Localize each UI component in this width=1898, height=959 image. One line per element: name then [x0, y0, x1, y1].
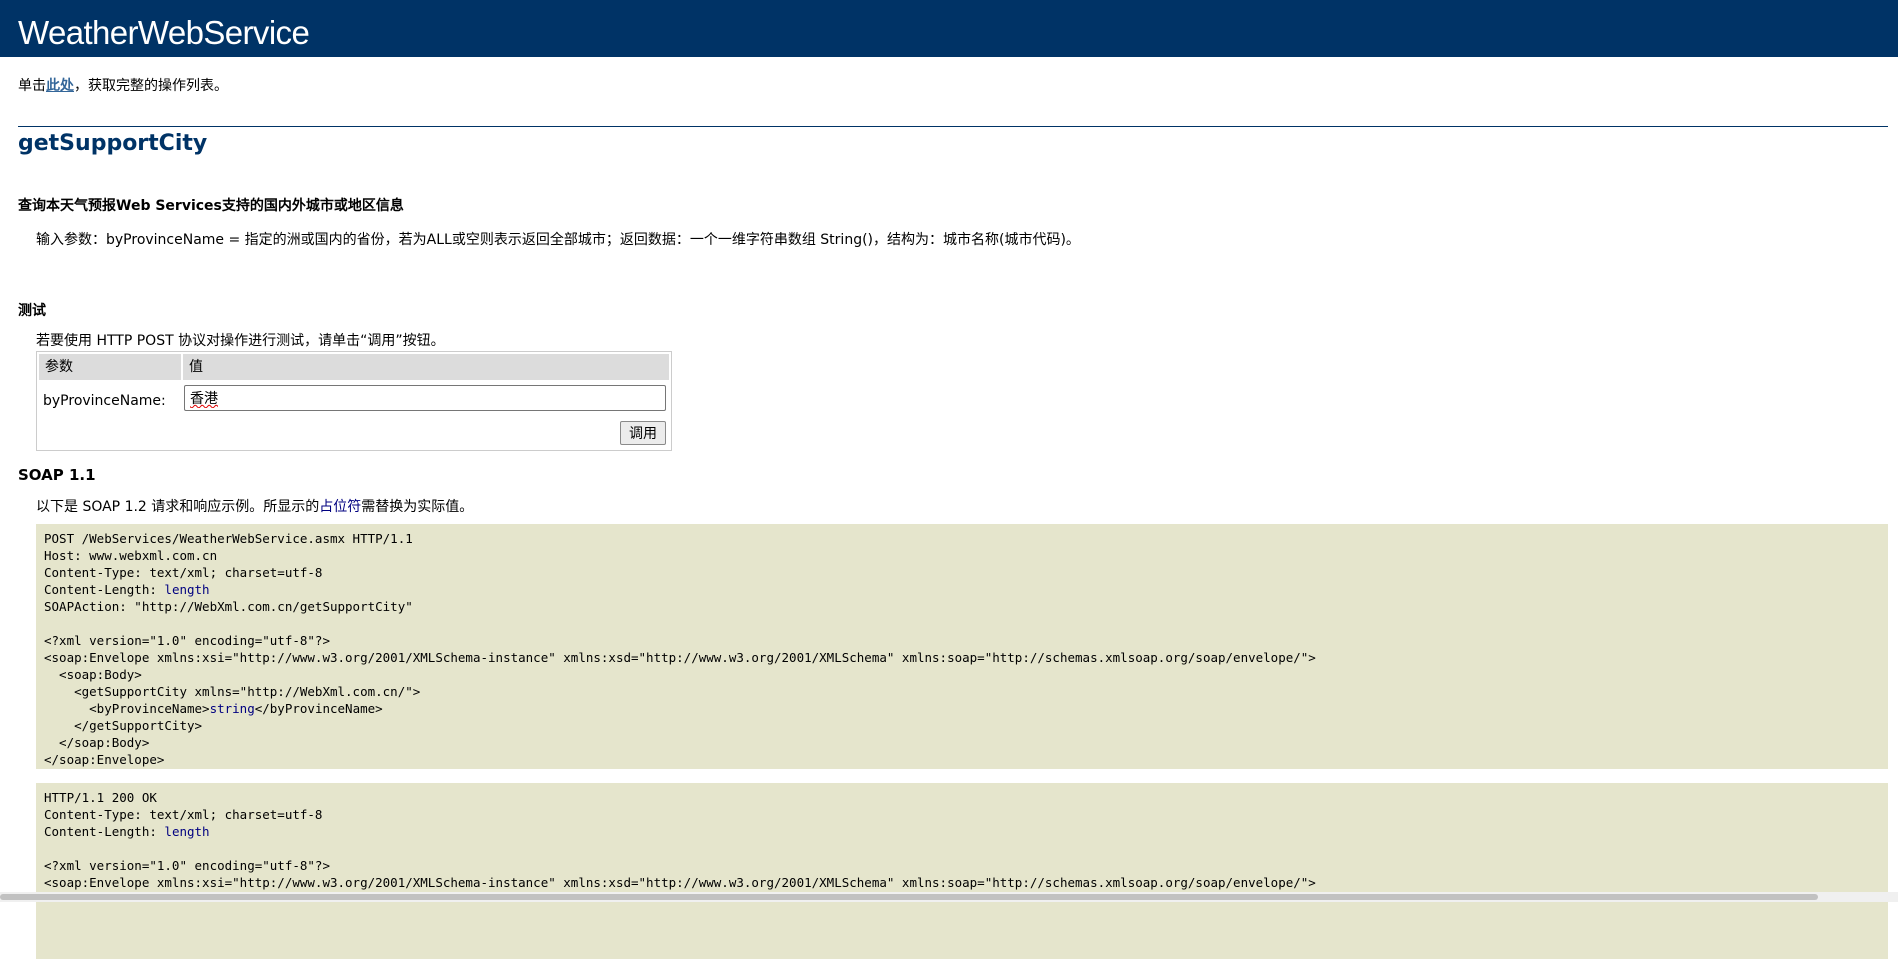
section-divider — [18, 126, 1888, 127]
code-line: <getSupportCity xmlns="http://WebXml.com… — [44, 684, 421, 699]
by-province-name-input[interactable] — [184, 385, 666, 411]
code-line: </getSupportCity> — [44, 718, 203, 733]
code-line: HTTP/1.1 200 OK — [44, 790, 157, 805]
code-line: Content-Type: text/xml; charset=utf-8 — [44, 807, 323, 822]
value-column-header: 值 — [183, 354, 669, 380]
code-line: <soap:Body> — [44, 667, 142, 682]
intro-suffix: ，获取完整的操作列表。 — [74, 78, 228, 94]
code-line: <soap:Envelope xmlns:xsi="http://www.w3.… — [44, 875, 1316, 890]
soap-hint-placeholder: 占位符 — [319, 499, 362, 515]
code-line: Host: www.webxml.com.cn — [44, 548, 218, 563]
test-form: 参数 值 byProvinceName: 调用 — [36, 351, 672, 451]
page-header: WeatherWebService — [0, 0, 1898, 57]
invoke-button[interactable]: 调用 — [620, 421, 666, 445]
code-line: <byProvinceName> — [44, 701, 210, 716]
page-title: WeatherWebService — [18, 14, 310, 51]
code-line: SOAPAction: "http://WebXml.com.cn/getSup… — [44, 599, 413, 614]
intro-text: 单击此处，获取完整的操作列表。 — [18, 77, 228, 95]
code-line: </soap:Envelope> — [44, 752, 165, 767]
code-placeholder: string — [209, 701, 255, 716]
code-line: <?xml version="1.0" encoding="utf-8"?> — [44, 633, 330, 648]
code-line: Content-Type: text/xml; charset=utf-8 — [44, 565, 323, 580]
soap-hint-suffix: 需替换为实际值。 — [361, 499, 474, 515]
code-line: POST /WebServices/WeatherWebService.asmx… — [44, 531, 413, 546]
by-province-name-label: byProvinceName: — [43, 393, 166, 409]
soap-hint: 以下是 SOAP 1.2 请求和响应示例。所显示的占位符需替换为实际值。 — [36, 498, 473, 516]
soap-section-title: SOAP 1.1 — [18, 466, 96, 484]
soap-response-sample: HTTP/1.1 200 OK Content-Type: text/xml; … — [36, 783, 1888, 959]
test-section-title: 测试 — [18, 303, 46, 319]
code-line: <?xml version="1.0" encoding="utf-8"?> — [44, 858, 330, 873]
operation-description-title: 查询本天气预报Web Services支持的国内外城市或地区信息 — [18, 198, 404, 214]
code-placeholder: length — [164, 824, 210, 839]
code-line: Content-Length: — [44, 582, 165, 597]
operation-list-link[interactable]: 此处 — [46, 78, 74, 94]
code-line: Content-Length: — [44, 824, 165, 839]
soap-request-sample: POST /WebServices/WeatherWebService.asmx… — [36, 524, 1888, 769]
horizontal-scrollbar[interactable] — [0, 892, 1898, 902]
operation-title: getSupportCity — [18, 131, 208, 156]
intro-prefix: 单击 — [18, 78, 46, 94]
param-column-header: 参数 — [39, 354, 181, 380]
code-placeholder: length — [164, 582, 210, 597]
operation-description: 输入参数：byProvinceName = 指定的洲或国内的省份，若为ALL或空… — [36, 232, 1080, 248]
test-hint: 若要使用 HTTP POST 协议对操作进行测试，请单击“调用”按钮。 — [36, 333, 445, 349]
soap-hint-prefix: 以下是 SOAP 1.2 请求和响应示例。所显示的 — [36, 499, 320, 515]
code-line: </byProvinceName> — [254, 701, 383, 716]
code-line: <soap:Envelope xmlns:xsi="http://www.w3.… — [44, 650, 1316, 665]
scrollbar-thumb[interactable] — [0, 894, 1818, 900]
code-line: </soap:Body> — [44, 735, 150, 750]
